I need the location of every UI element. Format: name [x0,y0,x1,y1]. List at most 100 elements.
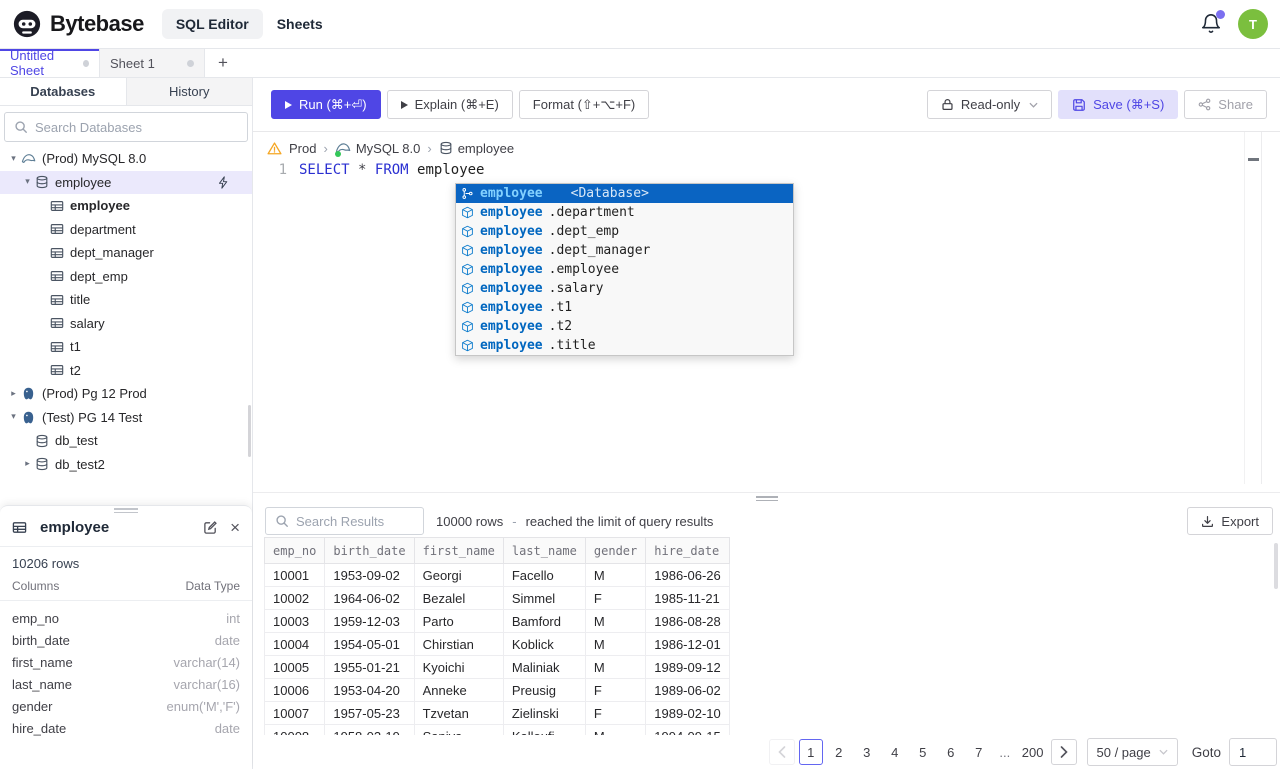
close-icon[interactable]: × [230,519,240,536]
breadcrumb-instance[interactable]: MySQL 8.0 [334,140,420,157]
avatar[interactable]: T [1238,9,1268,39]
nav-sql-editor[interactable]: SQL Editor [161,9,263,39]
table-cell[interactable]: 1964-06-02 [324,586,415,610]
table-cell[interactable]: Facello [502,563,586,587]
table-cell[interactable]: 1989-09-12 [645,655,731,679]
table-cell[interactable]: 1986-08-28 [645,609,731,633]
caret-down-icon[interactable]: ▾ [6,412,21,422]
table-cell[interactable]: 10007 [263,701,326,725]
table-cell[interactable]: Tzvetan [413,701,504,725]
suggest-item-database-employee[interactable]: employee <Database> [456,184,793,203]
tree-instance--test-pg-14-test[interactable]: ▾ (Test) PG 14 Test [0,406,252,430]
table-cell[interactable]: M [584,655,647,679]
explain-button[interactable]: Explain (⌘+E) [386,90,513,119]
suggest-item-salary[interactable]: employee .salary [456,279,793,298]
suggest-item-dept_emp[interactable]: employee .dept_emp [456,222,793,241]
tree-instance--prod-pg-12-prod[interactable]: ▸ (Prod) Pg 12 Prod [0,382,252,406]
suggest-item-t2[interactable]: employee .t2 [456,317,793,336]
page-button-200[interactable]: 200 [1019,739,1047,765]
caret-right-icon[interactable]: ▸ [20,459,35,469]
connect-bolt-icon[interactable] [217,176,230,189]
table-cell[interactable]: Georgi [413,563,504,587]
sheet-tab-untitled[interactable]: Untitled Sheet [0,48,100,78]
table-cell[interactable]: Anneke [413,678,504,702]
tab-history[interactable]: History [127,78,253,105]
table-cell[interactable]: M [584,563,647,587]
table-cell[interactable]: 10004 [263,632,326,656]
page-size-select[interactable]: 50 / page [1086,738,1178,766]
table-cell[interactable]: 10001 [263,563,326,587]
tree-table-dept-manager[interactable]: dept_manager [0,241,252,265]
table-cell[interactable]: 1985-11-21 [645,586,731,610]
next-page-button[interactable] [1050,739,1077,765]
table-cell[interactable]: 1953-04-20 [324,678,415,702]
table-cell[interactable]: Maliniak [502,655,586,679]
suggest-item-t1[interactable]: employee .t1 [456,298,793,317]
table-cell[interactable]: 1954-05-01 [324,632,415,656]
tree-database-db-test[interactable]: db_test [0,429,252,453]
table-cell[interactable]: 1989-02-10 [645,701,731,725]
page-button-1[interactable]: 1 [798,739,823,765]
page-button-7[interactable]: 7 [967,739,991,765]
column-header-last_name[interactable]: last_name [502,537,586,564]
table-cell[interactable]: M [584,609,647,633]
prev-page-button[interactable] [768,739,795,765]
share-button[interactable]: Share [1184,90,1267,119]
search-databases-input[interactable] [35,119,238,135]
results-resize-handle[interactable] [253,492,1280,503]
suggest-item-title[interactable]: employee .title [456,336,793,355]
page-button-6[interactable]: 6 [939,739,963,765]
caret-down-icon[interactable]: ▾ [6,154,21,164]
table-cell[interactable]: 1986-12-01 [645,632,731,656]
table-cell[interactable]: 1989-06-02 [645,678,731,702]
table-cell[interactable]: Preusig [502,678,586,702]
page-button-3[interactable]: 3 [855,739,879,765]
column-header-birth_date[interactable]: birth_date [324,537,415,564]
table-cell[interactable]: Kyoichi [413,655,504,679]
export-button[interactable]: Export [1187,507,1273,535]
page-button-2[interactable]: 2 [827,739,851,765]
column-header-gender[interactable]: gender [584,537,647,564]
tree-table-dept-emp[interactable]: dept_emp [0,265,252,289]
table-cell[interactable]: Parto [413,609,504,633]
bytebase-logo[interactable]: Bytebase [12,9,144,39]
table-cell[interactable]: 10006 [263,678,326,702]
add-sheet-button[interactable]: + [205,49,241,77]
readonly-dropdown[interactable]: Read-only [926,90,1053,119]
tree-table-title[interactable]: title [0,288,252,312]
caret-right-icon[interactable]: ▸ [6,389,21,399]
tree-table-salary[interactable]: salary [0,312,252,336]
page-button-5[interactable]: 5 [911,739,935,765]
column-header-emp_no[interactable]: emp_no [263,537,326,564]
table-cell[interactable]: Chirstian [413,632,504,656]
table-cell[interactable]: Bezalel [413,586,504,610]
table-cell[interactable]: 1957-05-23 [324,701,415,725]
tree-table-employee[interactable]: employee [0,194,252,218]
edit-icon[interactable] [203,520,218,535]
table-cell[interactable]: 10003 [263,609,326,633]
results-scrollbar[interactable] [1274,543,1278,589]
breadcrumb-database[interactable]: employee [439,141,514,156]
table-cell[interactable]: 10005 [263,655,326,679]
table-cell[interactable]: 1959-12-03 [324,609,415,633]
tree-database-db-test2[interactable]: ▸ db_test2 [0,453,252,477]
tree-instance--prod-mysql-8-0[interactable]: ▾ (Prod) MySQL 8.0 [0,147,252,171]
breadcrumb-environment[interactable]: Prod [289,141,316,156]
format-button[interactable]: Format (⇧+⌥+F) [518,90,650,119]
tab-databases[interactable]: Databases [0,78,127,105]
table-cell[interactable]: F [584,701,647,725]
goto-page-input[interactable] [1229,738,1277,766]
tree-table-t2[interactable]: t2 [0,359,252,383]
save-button[interactable]: Save (⌘+S) [1058,90,1179,119]
notification-bell-icon[interactable] [1200,10,1225,35]
page-button-4[interactable]: 4 [883,739,907,765]
table-cell[interactable]: Simmel [502,586,586,610]
caret-down-icon[interactable]: ▾ [20,177,35,187]
table-cell[interactable]: 1955-01-21 [324,655,415,679]
suggest-item-dept_manager[interactable]: employee .dept_manager [456,241,793,260]
panel-resize-handle[interactable] [114,508,138,515]
table-cell[interactable]: F [584,586,647,610]
sql-editor[interactable]: Prod › MySQL 8.0 › employee 1 SELECT * F… [253,131,1280,492]
tree-table-t1[interactable]: t1 [0,335,252,359]
nav-sheets[interactable]: Sheets [263,9,337,39]
